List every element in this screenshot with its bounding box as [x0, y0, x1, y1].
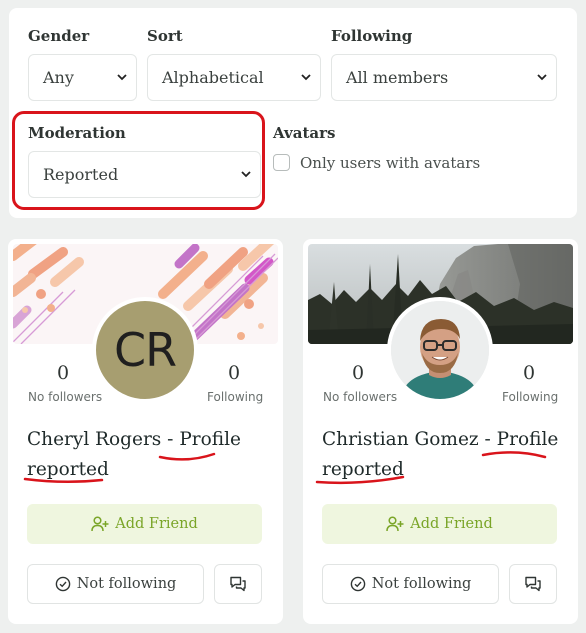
followers-label: No followers: [28, 390, 103, 404]
gender-filter-label: Gender: [28, 27, 90, 45]
follow-status-button[interactable]: Not following: [322, 564, 499, 604]
following-select[interactable]: All members: [331, 54, 557, 101]
add-friend-button[interactable]: Add Friend: [322, 504, 557, 544]
avatar[interactable]: CR: [92, 297, 198, 403]
following-count: 0: [522, 362, 536, 384]
filter-panel: Gender Any Sort Alphabetical Following A…: [9, 8, 577, 218]
moderation-select[interactable]: Reported: [28, 151, 261, 198]
chat-bubbles-icon: [525, 576, 541, 592]
chevron-down-icon: [241, 171, 251, 178]
check-circle-icon: [350, 576, 365, 592]
add-friend-label: Add Friend: [115, 516, 198, 532]
following-count: 0: [227, 362, 241, 384]
chevron-down-icon: [117, 74, 127, 81]
followers-count: 0: [351, 362, 365, 384]
member-card: CR 0 No followers 0 Following Cheryl Rog…: [8, 239, 283, 624]
sort-select[interactable]: Alphabetical: [147, 54, 321, 101]
member-name-status-word2: reported: [27, 459, 109, 480]
moderation-select-value: Reported: [43, 165, 119, 184]
follow-status-label: Not following: [371, 576, 472, 592]
member-name-status-word1: Profile: [496, 429, 559, 450]
followers-count: 0: [56, 362, 70, 384]
add-friend-label: Add Friend: [410, 516, 493, 532]
member-name-text: Cheryl Rogers -: [27, 429, 180, 450]
member-name[interactable]: Christian Gomez - Profile reported: [322, 425, 567, 485]
sort-select-value: Alphabetical: [162, 68, 264, 87]
gender-select-value: Any: [43, 68, 74, 87]
member-card: 0 No followers 0 Following Christian Gom…: [303, 239, 578, 624]
following-label: Following: [502, 390, 559, 404]
moderation-filter-label: Moderation: [28, 124, 126, 142]
avatars-filter-label: Avatars: [273, 124, 336, 142]
follow-status-label: Not following: [76, 576, 177, 592]
following-select-value: All members: [346, 68, 449, 87]
add-user-icon: [386, 516, 404, 532]
member-name-status-word1: Profile: [179, 429, 241, 450]
add-user-icon: [91, 516, 109, 532]
avatars-only-checkbox[interactable]: [273, 154, 290, 171]
add-friend-button[interactable]: Add Friend: [27, 504, 262, 544]
check-circle-icon: [55, 576, 70, 592]
sort-filter-label: Sort: [147, 27, 183, 45]
followers-label: No followers: [323, 390, 398, 404]
follow-status-button[interactable]: Not following: [27, 564, 204, 604]
chat-bubbles-icon: [230, 576, 246, 592]
chevron-down-icon: [537, 74, 547, 81]
following-label: Following: [207, 390, 264, 404]
gender-select[interactable]: Any: [28, 54, 137, 101]
member-name-status-word2: reported: [322, 459, 404, 480]
message-button[interactable]: [214, 564, 262, 604]
avatar[interactable]: [387, 297, 493, 403]
member-name[interactable]: Cheryl Rogers - Profile reported: [27, 425, 272, 485]
member-name-text: Christian Gomez -: [322, 429, 497, 450]
avatars-only-label[interactable]: Only users with avatars: [300, 154, 480, 172]
message-button[interactable]: [509, 564, 557, 604]
chevron-down-icon: [301, 74, 311, 81]
user-photo: [391, 301, 489, 399]
following-filter-label: Following: [331, 27, 413, 45]
avatar-initials: CR: [113, 323, 177, 377]
